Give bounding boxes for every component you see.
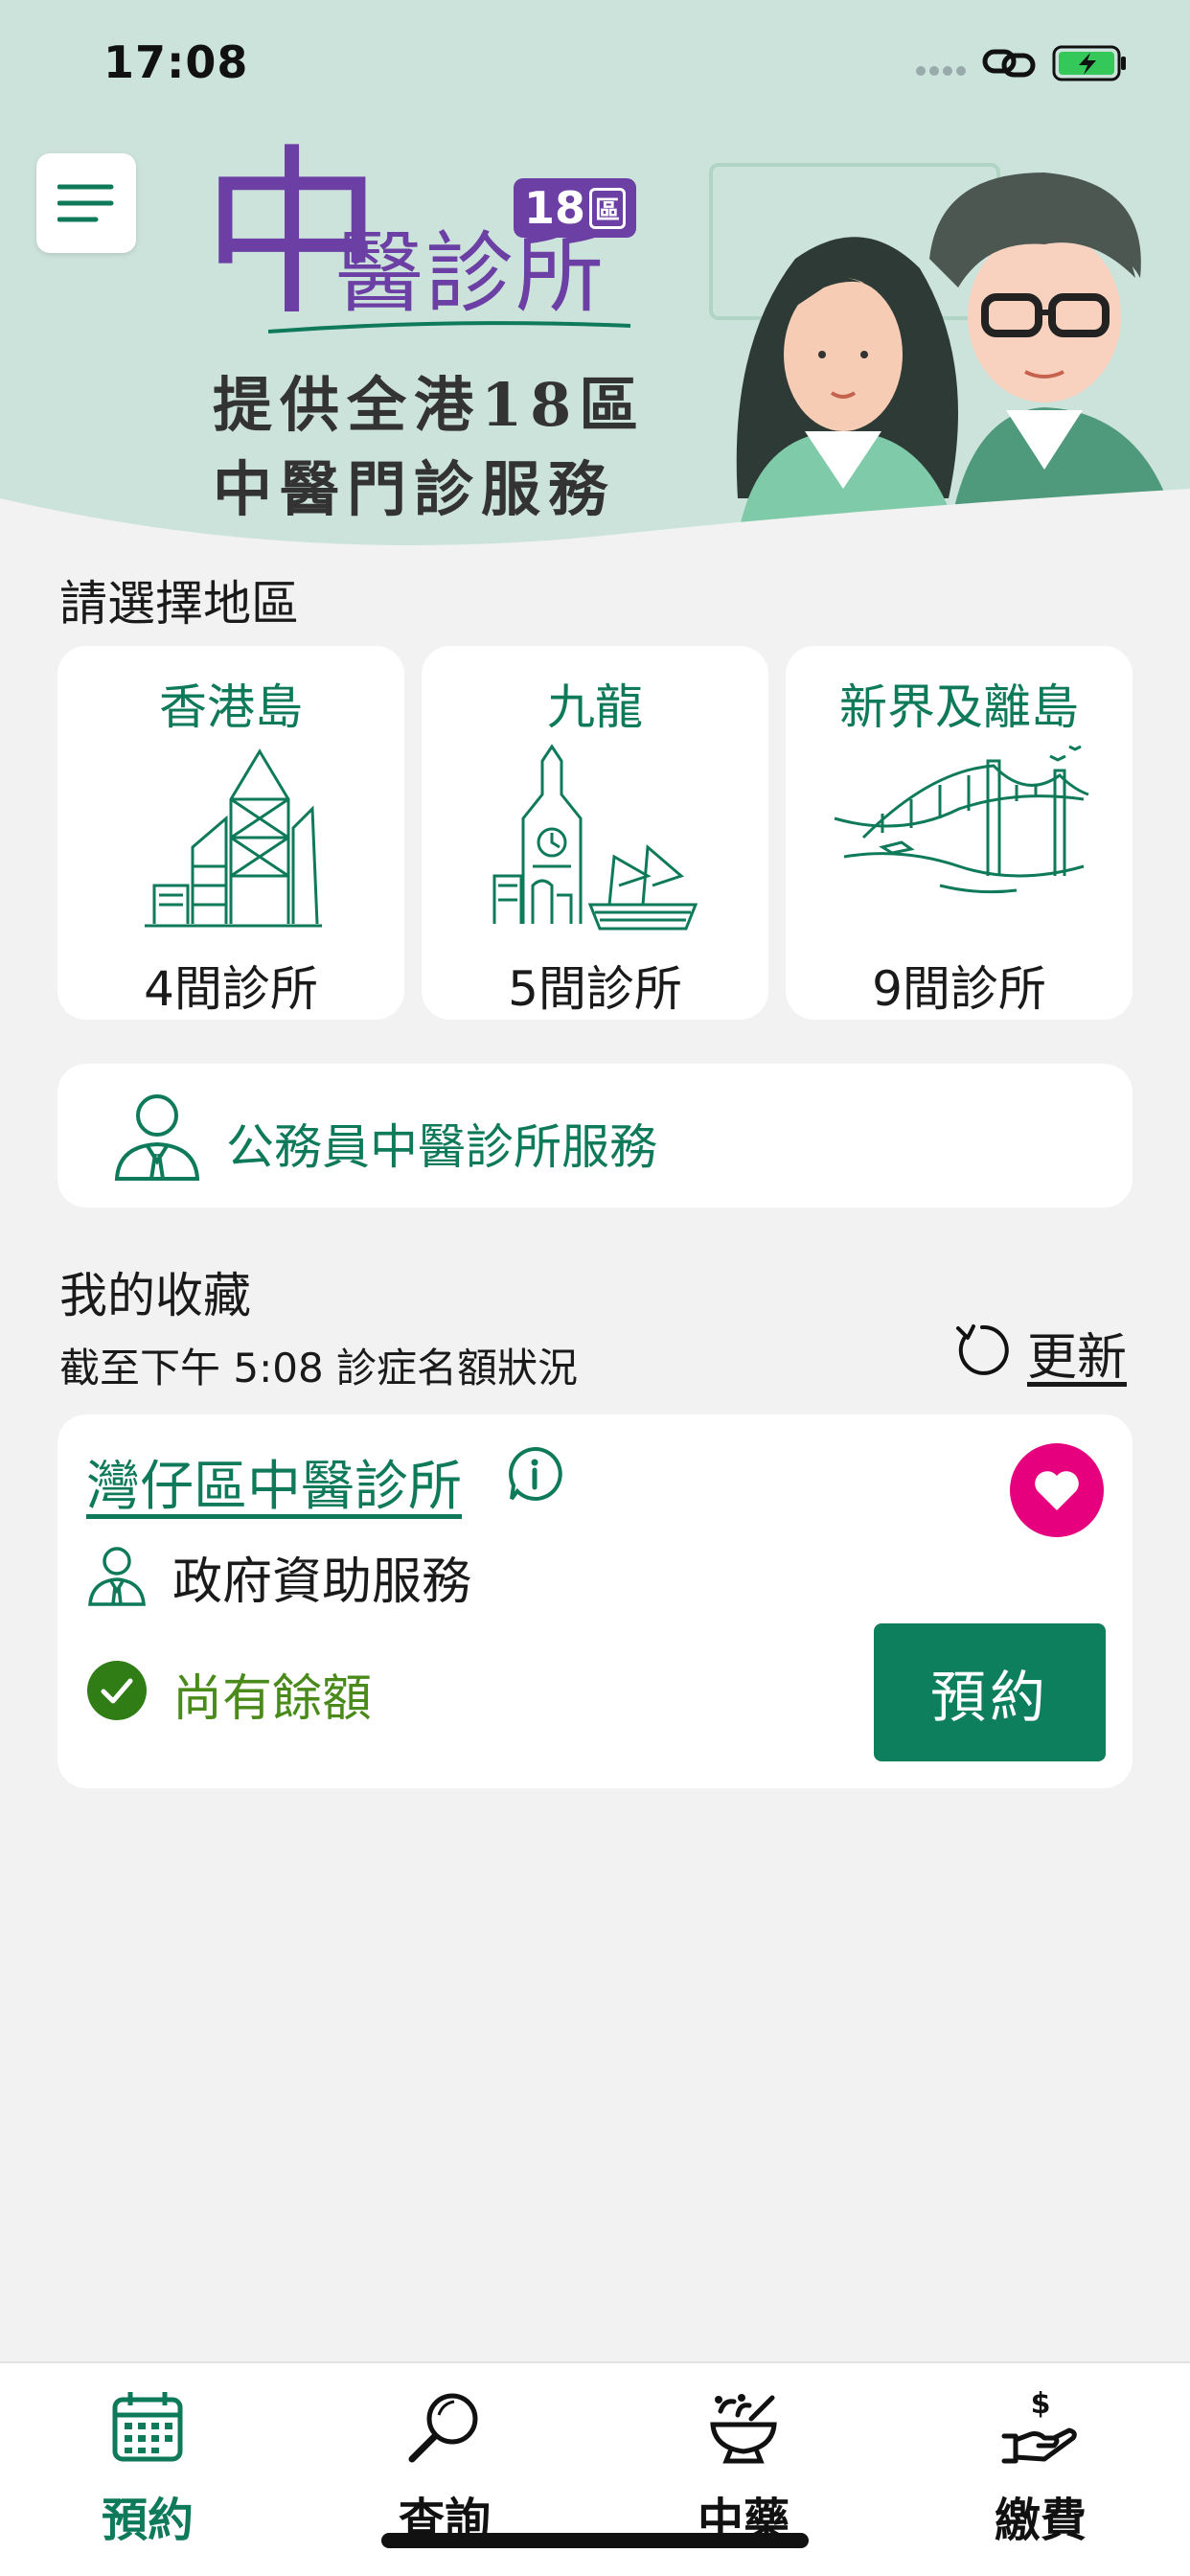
check-circle-icon	[87, 1661, 147, 1720]
herb-bowl-icon	[710, 2394, 777, 2464]
region-clinic-count: 9間診所	[872, 961, 1046, 1017]
payment-hand-icon: $	[1001, 2390, 1077, 2464]
refresh-link[interactable]: 更新	[1027, 1317, 1127, 1389]
battery-icon	[1052, 45, 1126, 81]
region-name: 香港島	[159, 679, 303, 735]
heart-icon	[1035, 1471, 1079, 1510]
clock-tower-illustration	[492, 744, 698, 931]
favorite-heart-button[interactable]	[1010, 1443, 1104, 1537]
region-card-hong-kong-island[interactable]: 香港島 4間診所	[57, 646, 404, 1020]
hamburger-icon	[57, 184, 114, 222]
civil-service-label: 公務員中醫診所服務	[226, 1119, 657, 1175]
service-type-label: 政府資助服務	[172, 1553, 472, 1611]
status-time: 17:08	[103, 36, 249, 88]
region-clinic-count: 5間診所	[508, 961, 682, 1017]
favorites-title: 我的收藏	[59, 1268, 251, 1323]
subsidized-service-icon	[88, 1547, 146, 1606]
signal-icon	[916, 66, 966, 76]
svg-text:$: $	[1031, 2390, 1051, 2421]
region-clinic-count: 4間診所	[144, 961, 318, 1017]
hero-banner: 17:08 中 醫診所 18 區 提供全港18區 中醫門診服務	[0, 0, 1190, 575]
nav-tab-herbal-medicine[interactable]: 中藥	[648, 2379, 839, 2547]
tagline-line1: 提供全港18區	[213, 370, 647, 440]
civil-service-clinic-button[interactable]: 公務員中醫診所服務	[57, 1064, 1133, 1208]
skyscraper-illustration	[145, 748, 322, 928]
region-card-kowloon[interactable]: 九龍 5間診所	[422, 646, 768, 1020]
logo-name: 醫診所	[335, 222, 606, 325]
logo-badge: 18 區	[514, 178, 636, 238]
quota-status: 尚有餘額	[172, 1670, 373, 1728]
link-icon	[982, 49, 1036, 78]
info-icon[interactable]	[504, 1443, 565, 1505]
civil-servant-icon	[114, 1094, 200, 1181]
search-icon	[408, 2393, 478, 2463]
clinic-name-link[interactable]: 灣仔區中醫診所	[86, 1443, 462, 1521]
logo-badge-number: 18	[523, 182, 585, 234]
favorites-status-time: 截至下午 5:08 診症名額狀況	[59, 1345, 579, 1392]
calendar-icon	[112, 2392, 183, 2462]
region-card-new-territories[interactable]: 新界及離島 9間診所	[786, 646, 1133, 1020]
logo-underline	[268, 321, 631, 334]
logo-badge-suffix: 區	[589, 187, 627, 229]
refresh-icon[interactable]	[952, 1321, 1012, 1380]
hero-wave	[0, 489, 1190, 575]
region-name: 新界及離島	[839, 679, 1079, 735]
nav-tab-booking[interactable]: 預約	[52, 2379, 243, 2547]
region-name: 九龍	[547, 679, 643, 735]
nav-tab-search[interactable]: 查詢	[349, 2379, 540, 2547]
book-appointment-button[interactable]: 預約	[874, 1623, 1106, 1761]
nav-label: 預約	[101, 2494, 194, 2547]
menu-button[interactable]	[36, 153, 136, 253]
status-bar: 17:08	[0, 0, 1190, 125]
region-section-title: 請選擇地區	[59, 576, 299, 632]
home-indicator	[381, 2533, 809, 2548]
nav-label: 繳費	[994, 2494, 1087, 2547]
favorite-clinic-card: 灣仔區中醫診所 政府資助服務 尚有餘額 預約	[57, 1414, 1133, 1788]
bridge-illustration	[834, 745, 1089, 894]
nav-tab-payment[interactable]: $ 繳費	[945, 2379, 1136, 2547]
